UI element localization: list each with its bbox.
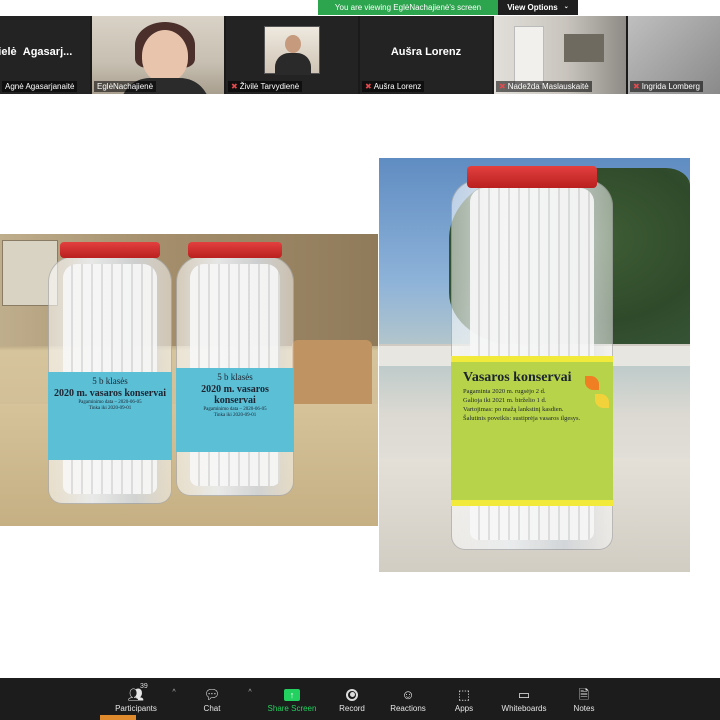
jar-label: 5 b klasės 2020 m. vasaros konservai Pag… [48,372,172,460]
participant-name: ✖ Ingrida Lomberg [630,81,703,92]
apps-icon: ⬚ [457,686,471,702]
view-options-button[interactable]: View Options ⌄ [498,0,578,15]
smiley-icon: ☺ [401,686,415,702]
mic-muted-icon: ✖ [633,82,640,91]
photo-two-jars: 5 b klasės 2020 m. vasaros konservai Pag… [0,234,378,526]
participants-button[interactable]: 👥︎ 39 Participants [108,678,164,720]
share-screen-button[interactable]: ↑ Share Screen [260,678,324,720]
participants-options-caret[interactable]: ^ [164,678,184,720]
participant-name: ✖ Živilė Tarvydienė [228,81,303,92]
leaf-decoration [595,394,609,408]
notes-button[interactable]: 🗎︎ Notes [556,678,612,720]
jar-label: Vasaros konservai Pagaminta 2020 m. rugs… [451,356,613,506]
jar-middle: 5 b klasės 2020 m. vasaros konservai Pag… [176,242,294,496]
chat-bubble-icon: 💬︎ [203,686,221,702]
jar-label: 5 b klasės 2020 m. vasaros konservai Pag… [176,368,294,452]
jar-lid [187,242,283,258]
chat-button[interactable]: 💬︎ Chat [184,678,240,720]
participant-tile[interactable]: ✖ Živilė Tarvydienė [226,16,358,94]
chat-options-caret[interactable]: ^ [240,678,260,720]
mic-muted-icon: ✖ [231,82,238,91]
chevron-up-icon: ^ [248,688,252,696]
chevron-down-icon: ⌄ [563,4,569,10]
viewing-screen-label: You are viewing EglėNachajienė's screen [318,0,498,15]
photo-one-jar: Vasaros konservai Pagaminta 2020 m. rugs… [379,158,690,572]
share-screen-icon: ↑ [284,688,300,701]
participant-name: ✖ Aušra Lorenz [362,81,425,92]
jar-lid [467,166,597,188]
notes-icon: 🗎︎ [578,686,590,702]
mic-muted-icon: ✖ [499,82,506,91]
jar-lid [60,242,160,258]
participant-video [264,26,320,75]
participant-tile[interactable]: ✖ Ingrida Lomberg [628,16,720,94]
participant-video [514,26,544,86]
participant-strip: rielė Agasarj... Agnė Agasarjanaitė Eglė… [0,16,720,94]
participant-display-name: rielė Agasarj... [0,46,73,58]
participant-tile[interactable]: ✖ Nadežda Maslauskaitė [494,16,626,94]
jar-right: Vasaros konservai Pagaminta 2020 m. rugs… [451,166,613,550]
whiteboard-icon: ▭ [517,686,531,702]
jar-left: 5 b klasės 2020 m. vasaros konservai Pag… [48,242,172,504]
record-icon [346,688,358,701]
apps-button[interactable]: ⬚ Apps [436,678,492,720]
shared-screen-slide: 5 b klasės 2020 m. vasaros konservai Pag… [0,94,720,678]
participants-count: 39 [140,683,148,690]
participant-name: Agnė Agasarjanaitė [2,81,78,92]
reactions-button[interactable]: ☺ Reactions [380,678,436,720]
participant-tile-active-speaker[interactable]: EglėNachajienė [92,16,224,94]
meeting-toolbar: 👥︎ 39 Participants ^ 💬︎ Chat ^ ↑ Share S… [0,678,720,720]
mic-muted-icon: ✖ [365,82,372,91]
participant-display-name: Aušra Lorenz [390,46,462,58]
participant-name: EglėNachajienė [94,81,157,92]
view-options-label: View Options [507,3,558,12]
participant-tile[interactable]: rielė Agasarj... Agnė Agasarjanaitė [0,16,90,94]
taskbar-indicator [100,715,136,720]
chevron-up-icon: ^ [172,688,176,696]
participant-tile[interactable]: Aušra Lorenz ✖ Aušra Lorenz [360,16,492,94]
whiteboards-button[interactable]: ▭ Whiteboards [492,678,556,720]
participant-name: ✖ Nadežda Maslauskaitė [496,81,592,92]
record-button[interactable]: Record [324,678,380,720]
leaf-decoration [585,376,599,390]
screen-share-banner: You are viewing EglėNachajienė's screen … [318,0,578,15]
